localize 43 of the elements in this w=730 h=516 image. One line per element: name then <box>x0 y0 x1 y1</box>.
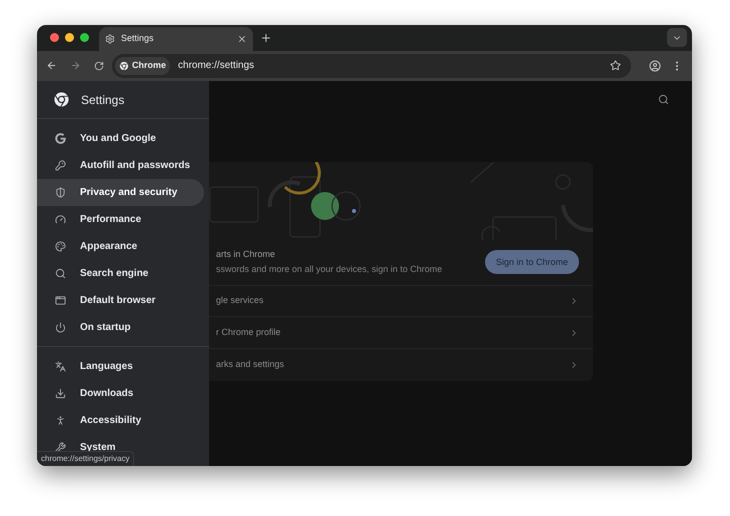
gauge-icon <box>54 214 66 226</box>
minimize-window-button[interactable] <box>65 33 74 42</box>
settings-icon <box>105 34 115 44</box>
maximize-window-button[interactable] <box>80 33 89 42</box>
drawer-title: Settings <box>81 92 124 108</box>
tab-title: Settings <box>121 32 155 45</box>
chrome-logo-icon <box>119 60 129 71</box>
close-window-button[interactable] <box>50 33 59 42</box>
new-tab-icon[interactable] <box>260 32 272 44</box>
close-tab-icon[interactable] <box>237 34 247 44</box>
forward-icon[interactable] <box>70 60 81 72</box>
translate-icon <box>54 360 66 372</box>
bookmark-star-icon[interactable] <box>610 60 621 72</box>
search-icon[interactable] <box>658 94 669 105</box>
drawer-item[interactable]: Appearance <box>37 233 204 260</box>
wrench-icon <box>54 442 66 454</box>
search-icon <box>54 268 66 280</box>
google-g-icon <box>54 132 66 144</box>
power-icon <box>54 322 66 334</box>
drawer-item[interactable]: Privacy and security <box>37 179 204 206</box>
drawer-item[interactable]: Search engine <box>37 260 204 287</box>
card-heading: arts in Chrome <box>216 248 276 261</box>
reload-icon[interactable] <box>94 60 104 71</box>
key-icon <box>54 160 66 172</box>
palette-icon <box>54 240 66 252</box>
url-text: chrome://settings <box>178 59 256 74</box>
card-description: sswords and more on all your devices, sign in to Chrome <box>216 263 444 276</box>
back-icon[interactable] <box>46 60 57 72</box>
site-chip[interactable]: Chrome <box>115 56 170 75</box>
drawer-item[interactable]: Autofill and passwords <box>37 152 204 179</box>
drawer-item[interactable]: Performance <box>37 206 204 233</box>
address-bar[interactable]: Chrome chrome://settings <box>112 54 631 78</box>
drawer-item[interactable]: You and Google <box>37 125 204 152</box>
drawer-item[interactable]: Downloads <box>37 380 204 407</box>
download-icon <box>54 388 66 400</box>
profile-icon[interactable] <box>649 60 661 72</box>
browser-tab[interactable]: Settings <box>99 26 253 51</box>
chrome-logo-icon <box>53 91 70 108</box>
window-icon <box>54 294 66 306</box>
drawer-item[interactable]: Languages <box>37 353 204 380</box>
status-tooltip: chrome://settings/privacy <box>37 451 134 466</box>
drawer-item[interactable]: Accessibility <box>37 407 204 434</box>
shield-icon <box>54 186 66 198</box>
